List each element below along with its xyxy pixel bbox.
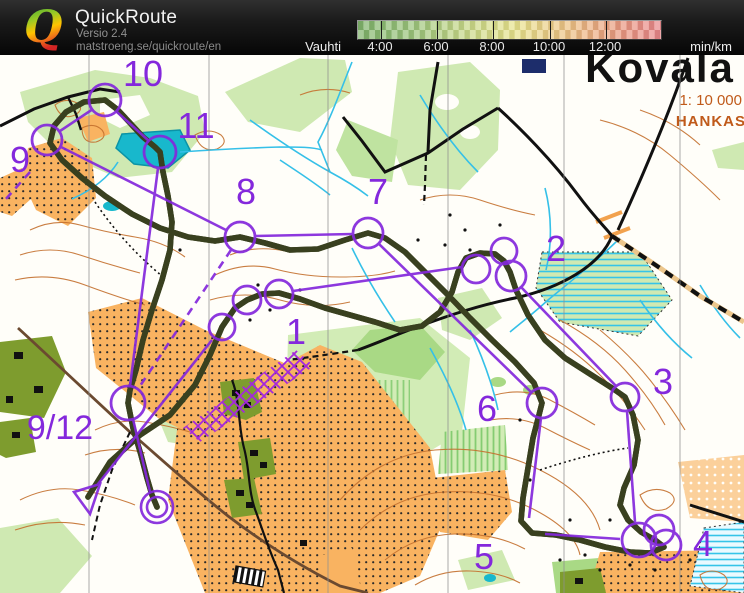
control-label-11: 11 <box>177 105 214 146</box>
legend-tick-label: 4:00 <box>367 39 393 54</box>
legend-tick-label: 10:00 <box>532 39 566 54</box>
control-label-4: 4 <box>693 523 713 564</box>
quickroute-logo-icon: Q <box>24 2 62 53</box>
legend-tick <box>437 21 438 39</box>
map-scale: 1: 10 000 <box>679 92 742 109</box>
quickroute-window: Q QuickRoute Versio 2.4 matstroeng.se/qu… <box>0 0 744 593</box>
control-label-8: 8 <box>236 171 256 212</box>
legend-tick <box>381 21 382 39</box>
map-legend-square <box>522 59 546 73</box>
app-version: Versio 2.4 <box>76 28 128 40</box>
legend-tick-label: 6:00 <box>423 39 449 54</box>
map-title: Kovala <box>585 55 735 91</box>
control-label-5: 5 <box>474 536 494 577</box>
pace-legend-label: Vauhti <box>305 39 341 54</box>
map-club: HANKAS <box>676 113 744 130</box>
legend-tick-label: 8:00 <box>479 39 505 54</box>
control-label-9-12: 9/12 <box>27 409 93 447</box>
legend-tick <box>493 21 494 39</box>
control-label-10: 10 <box>123 55 163 94</box>
legend-tick-label: 12:00 <box>588 39 622 54</box>
app-url[interactable]: matstroeng.se/quickroute/en <box>76 41 221 53</box>
control-label-3: 3 <box>653 361 673 402</box>
map-canvas[interactable]: Kovala 1: 10 000 HANKAS 1 2 3 4 5 6 7 8 … <box>0 55 744 593</box>
control-label-2: 2 <box>546 228 566 269</box>
header-bar: Q QuickRoute Versio 2.4 matstroeng.se/qu… <box>0 0 744 55</box>
legend-tick <box>606 21 607 39</box>
app-title: QuickRoute <box>75 7 178 28</box>
control-label-9: 9 <box>10 139 30 180</box>
pace-legend-unit: min/km <box>690 39 732 54</box>
control-label-6: 6 <box>477 388 497 429</box>
control-label-1: 1 <box>286 311 306 352</box>
control-label-7: 7 <box>368 171 388 212</box>
legend-tick <box>550 21 551 39</box>
logo-letter: Q <box>24 2 62 53</box>
pace-gradient-bar[interactable] <box>357 20 662 40</box>
